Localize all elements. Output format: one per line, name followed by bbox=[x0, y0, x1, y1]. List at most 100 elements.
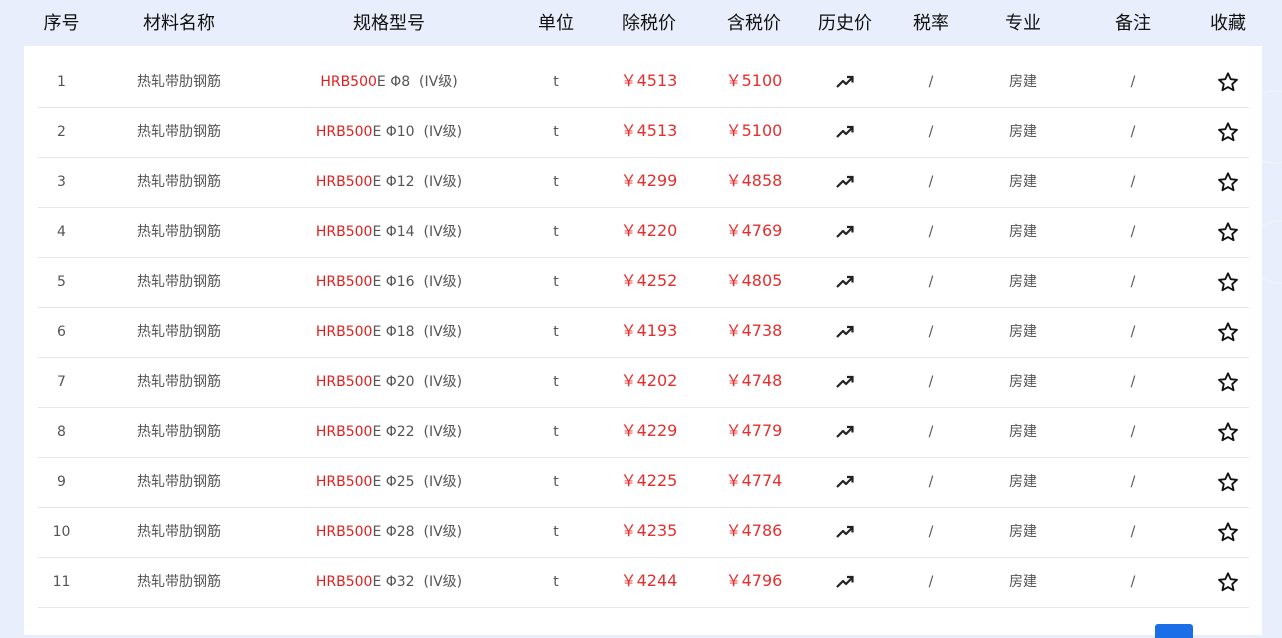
header-remark: 备注 bbox=[1115, 13, 1151, 34]
pagination-button[interactable] bbox=[1155, 624, 1193, 638]
row-material-name: 热轧带肋钢筋 bbox=[137, 424, 221, 440]
row-material-name: 热轧带肋钢筋 bbox=[137, 224, 221, 240]
star-outline-icon[interactable] bbox=[1200, 172, 1256, 193]
row-spec-code: HRB500 bbox=[315, 474, 373, 490]
row-price-ex-tax: ￥4513 bbox=[620, 71, 678, 90]
table-row: 10 热轧带肋钢筋 t ￥4235 ￥4786 / 房建 / HRB500E Φ28 (IV级) bbox=[38, 508, 1249, 558]
trend-up-icon[interactable] bbox=[805, 173, 885, 189]
row-index: 8 bbox=[57, 424, 66, 440]
row-tax-rate: / bbox=[928, 374, 934, 390]
trend-up-icon[interactable] bbox=[805, 423, 885, 439]
star-outline-icon[interactable] bbox=[1200, 472, 1256, 493]
trend-up-icon[interactable] bbox=[805, 223, 885, 239]
row-spec-code: HRB500 bbox=[315, 224, 373, 240]
row-price-ex-tax: ￥4193 bbox=[620, 321, 678, 340]
star-outline-icon[interactable] bbox=[1200, 522, 1256, 543]
row-price-inc-tax: ￥4748 bbox=[725, 371, 783, 390]
row-specialty: 房建 bbox=[1009, 224, 1037, 240]
row-tax-rate: / bbox=[928, 174, 934, 190]
row-specialty: 房建 bbox=[1009, 74, 1037, 90]
row-spec-detail: E Φ22 (IV级) bbox=[372, 424, 463, 440]
row-tax-rate: / bbox=[928, 524, 934, 540]
header-specialty: 专业 bbox=[1005, 13, 1041, 34]
table-row: 9 热轧带肋钢筋 t ￥4225 ￥4774 / 房建 / HRB500E Φ25 (IV级) bbox=[38, 458, 1249, 508]
table-row: 1 热轧带肋钢筋 t ￥4513 ￥5100 / 房建 / HRB500E Φ8 (IV级) bbox=[38, 58, 1249, 108]
trend-up-icon[interactable] bbox=[805, 523, 885, 539]
star-outline-icon[interactable] bbox=[1200, 372, 1256, 393]
star-outline-icon[interactable] bbox=[1200, 72, 1256, 93]
row-price-inc-tax: ￥5100 bbox=[725, 121, 783, 140]
row-remark: / bbox=[1130, 524, 1136, 540]
star-outline-icon[interactable] bbox=[1200, 122, 1256, 143]
row-remark: / bbox=[1130, 374, 1136, 390]
row-material-name: 热轧带肋钢筋 bbox=[137, 124, 221, 140]
row-unit: t bbox=[553, 324, 559, 340]
star-outline-icon[interactable] bbox=[1200, 322, 1256, 343]
trend-up-icon[interactable] bbox=[805, 73, 885, 89]
row-index: 11 bbox=[52, 574, 71, 590]
trend-up-icon[interactable] bbox=[805, 273, 885, 289]
row-price-inc-tax: ￥4738 bbox=[725, 321, 783, 340]
row-spec: HRB500E Φ16 (IV级) bbox=[289, 273, 489, 291]
row-spec-detail: E Φ18 (IV级) bbox=[372, 324, 463, 340]
row-spec-detail: E Φ12 (IV级) bbox=[372, 174, 463, 190]
row-index: 6 bbox=[57, 324, 66, 340]
row-spec-code: HRB500 bbox=[320, 74, 377, 90]
row-spec-code: HRB500 bbox=[315, 174, 373, 190]
row-spec-detail: E Φ14 (IV级) bbox=[372, 224, 463, 240]
table-row: 3 热轧带肋钢筋 t ￥4299 ￥4858 / 房建 / HRB500E Φ12 (IV级) bbox=[38, 158, 1249, 208]
trend-up-icon[interactable] bbox=[805, 123, 885, 139]
row-price-inc-tax: ￥5100 bbox=[725, 71, 783, 90]
row-tax-rate: / bbox=[928, 124, 934, 140]
row-spec: HRB500E Φ10 (IV级) bbox=[289, 123, 489, 141]
row-spec-code: HRB500 bbox=[315, 374, 373, 390]
row-index: 10 bbox=[52, 524, 71, 540]
row-price-inc-tax: ￥4786 bbox=[725, 521, 783, 540]
table-row: 6 热轧带肋钢筋 t ￥4193 ￥4738 / 房建 / HRB500E Φ18 (IV级) bbox=[38, 308, 1249, 358]
row-spec-code: HRB500 bbox=[315, 274, 373, 290]
row-specialty: 房建 bbox=[1009, 524, 1037, 540]
table-row: 5 热轧带肋钢筋 t ￥4252 ￥4805 / 房建 / HRB500E Φ16 (IV级) bbox=[38, 258, 1249, 308]
row-unit: t bbox=[553, 124, 559, 140]
row-spec-detail: E Φ32 (IV级) bbox=[372, 574, 463, 590]
row-specialty: 房建 bbox=[1009, 174, 1037, 190]
row-index: 4 bbox=[57, 224, 66, 240]
row-index: 9 bbox=[57, 474, 66, 490]
trend-up-icon[interactable] bbox=[805, 473, 885, 489]
header-unit: 单位 bbox=[538, 13, 574, 34]
table-row: 2 热轧带肋钢筋 t ￥4513 ￥5100 / 房建 / HRB500E Φ10 (IV级) bbox=[38, 108, 1249, 158]
row-specialty: 房建 bbox=[1009, 324, 1037, 340]
row-spec-detail: E Φ16 (IV级) bbox=[372, 274, 463, 290]
row-remark: / bbox=[1130, 274, 1136, 290]
trend-up-icon[interactable] bbox=[805, 373, 885, 389]
row-specialty: 房建 bbox=[1009, 474, 1037, 490]
row-spec-code: HRB500 bbox=[315, 124, 373, 140]
row-spec: HRB500E Φ20 (IV级) bbox=[289, 373, 489, 391]
table-body: 1 热轧带肋钢筋 t ￥4513 ￥5100 / 房建 / HRB500E Φ8 (IV级) 2 热… bbox=[38, 58, 1249, 608]
star-outline-icon[interactable] bbox=[1200, 272, 1256, 293]
row-spec: HRB500E Φ8 (IV级) bbox=[289, 73, 489, 91]
row-index: 7 bbox=[57, 374, 66, 390]
row-unit: t bbox=[553, 74, 559, 90]
row-price-inc-tax: ￥4858 bbox=[725, 171, 783, 190]
star-outline-icon[interactable] bbox=[1200, 422, 1256, 443]
trend-up-icon[interactable] bbox=[805, 323, 885, 339]
row-unit: t bbox=[553, 424, 559, 440]
row-unit: t bbox=[553, 474, 559, 490]
row-price-inc-tax: ￥4774 bbox=[725, 471, 783, 490]
row-spec: HRB500E Φ32 (IV级) bbox=[289, 573, 489, 591]
star-outline-icon[interactable] bbox=[1200, 222, 1256, 243]
star-outline-icon[interactable] bbox=[1200, 572, 1256, 593]
row-index: 2 bbox=[57, 124, 66, 140]
row-index: 1 bbox=[57, 74, 66, 90]
row-spec: HRB500E Φ22 (IV级) bbox=[289, 423, 489, 441]
row-unit: t bbox=[553, 274, 559, 290]
row-unit: t bbox=[553, 374, 559, 390]
row-spec-detail: E Φ28 (IV级) bbox=[372, 524, 463, 540]
header-spec: 规格型号 bbox=[353, 13, 425, 34]
table-row: 11 热轧带肋钢筋 t ￥4244 ￥4796 / 房建 / HRB500E Φ32 (IV级) bbox=[38, 558, 1249, 608]
table-row: 8 热轧带肋钢筋 t ￥4229 ￥4779 / 房建 / HRB500E Φ22 (IV级) bbox=[38, 408, 1249, 458]
trend-up-icon[interactable] bbox=[805, 573, 885, 589]
header-history: 历史价 bbox=[818, 13, 872, 34]
row-material-name: 热轧带肋钢筋 bbox=[137, 274, 221, 290]
